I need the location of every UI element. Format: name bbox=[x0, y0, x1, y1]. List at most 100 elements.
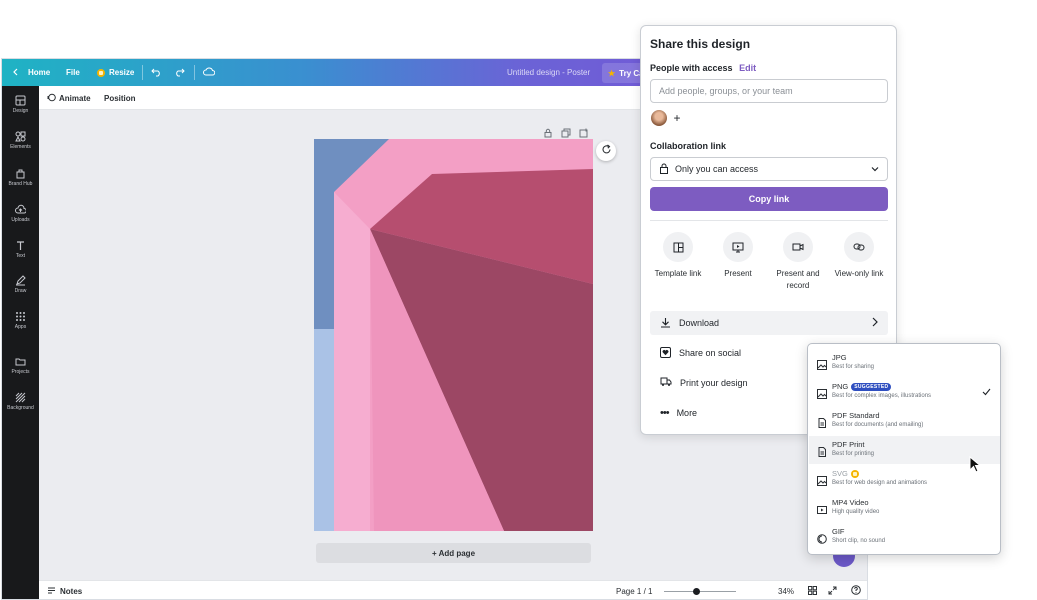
format-jpg[interactable]: JPG Best for sharing bbox=[809, 349, 1000, 377]
row-label: More bbox=[676, 408, 698, 418]
view-only-link-option[interactable]: View-only link bbox=[829, 232, 889, 280]
chevron-right-icon bbox=[872, 317, 878, 329]
duplicate-icon[interactable] bbox=[561, 125, 571, 138]
suggested-badge: SUGGESTED bbox=[851, 382, 892, 391]
avatar[interactable] bbox=[651, 110, 667, 126]
zoom-level[interactable]: 34% bbox=[778, 581, 794, 599]
format-name-wrap: PNG SUGGESTED bbox=[832, 382, 892, 391]
position-label: Position bbox=[104, 93, 136, 103]
home-button[interactable]: Home bbox=[12, 59, 50, 86]
page-indicator[interactable]: Page 1 / 1 bbox=[616, 581, 652, 599]
file-menu[interactable]: File bbox=[66, 59, 80, 86]
sidebar-item-projects[interactable]: Projects bbox=[2, 356, 39, 386]
heart-icon bbox=[660, 346, 671, 360]
format-mp4[interactable]: MP4 Video High quality video bbox=[809, 494, 1000, 522]
undo-button[interactable] bbox=[151, 59, 162, 86]
divider bbox=[650, 220, 888, 221]
option-label: Present bbox=[724, 269, 752, 278]
zoom-slider-knob[interactable] bbox=[693, 588, 700, 595]
sidebar-item-background[interactable]: Background bbox=[2, 392, 39, 422]
resize-button[interactable]: Resize bbox=[97, 59, 134, 86]
add-people-input[interactable]: Add people, groups, or your team bbox=[650, 79, 888, 103]
add-page-icon[interactable] bbox=[579, 125, 589, 138]
star-icon: ★ bbox=[608, 68, 616, 78]
cloud-upload-icon bbox=[15, 204, 26, 214]
document-icon bbox=[817, 447, 827, 457]
access-value: Only you can access bbox=[675, 164, 759, 174]
template-link-option[interactable]: Template link bbox=[648, 232, 708, 280]
bottom-bar: Notes Page 1 / 1 34% bbox=[39, 580, 867, 599]
format-desc: Best for sharing bbox=[832, 364, 875, 370]
redo-button[interactable] bbox=[174, 59, 185, 86]
position-button[interactable]: Position bbox=[104, 86, 136, 110]
zoom-slider[interactable] bbox=[664, 588, 736, 595]
format-desc: High quality video bbox=[832, 509, 880, 515]
sidebar-item-label: Elements bbox=[10, 144, 31, 150]
format-name: PDF Standard bbox=[832, 411, 880, 420]
image-icon bbox=[817, 360, 827, 370]
format-name: PDF Print bbox=[832, 440, 865, 449]
format-desc: Best for documents (and emailing) bbox=[832, 422, 924, 428]
page-tools bbox=[543, 125, 589, 138]
layout-icon bbox=[15, 95, 26, 106]
share-title: Share this design bbox=[650, 37, 751, 51]
mouse-cursor-icon bbox=[969, 455, 983, 479]
format-gif[interactable]: GIF Short clip, no sound bbox=[809, 523, 1000, 551]
people-label: People with access bbox=[650, 63, 733, 73]
format-png[interactable]: PNG SUGGESTED Best for complex images, i… bbox=[809, 378, 1000, 406]
format-desc: Best for printing bbox=[832, 451, 875, 457]
copy-link-button[interactable]: Copy link bbox=[650, 187, 888, 211]
poster-image bbox=[314, 139, 593, 531]
format-name: GIF bbox=[832, 527, 845, 536]
fullscreen-button[interactable] bbox=[828, 581, 837, 599]
animate-button[interactable]: Animate bbox=[47, 86, 91, 110]
sidebar-item-apps[interactable]: Apps bbox=[2, 311, 39, 341]
sidebar-item-draw[interactable]: Draw bbox=[2, 275, 39, 305]
redo-icon bbox=[174, 67, 185, 79]
gif-icon bbox=[817, 534, 827, 544]
format-desc: Best for complex images, illustrations bbox=[832, 393, 932, 399]
shapes-icon bbox=[15, 131, 26, 142]
edit-link[interactable]: Edit bbox=[739, 63, 756, 73]
option-label: Present and record bbox=[776, 269, 820, 290]
sidebar-item-text[interactable]: Text bbox=[2, 240, 39, 270]
sidebar-item-design[interactable]: Design bbox=[2, 95, 39, 125]
home-label: Home bbox=[28, 68, 51, 77]
format-name: MP4 Video bbox=[832, 498, 869, 507]
format-pdf-standard[interactable]: PDF Standard Best for documents (and ema… bbox=[809, 407, 1000, 435]
notes-button[interactable]: Notes bbox=[47, 581, 82, 599]
poster-canvas[interactable] bbox=[314, 139, 593, 531]
more-icon: ••• bbox=[660, 407, 670, 419]
option-label: View-only link bbox=[834, 269, 884, 278]
sidebar-item-uploads[interactable]: Uploads bbox=[2, 204, 39, 234]
collab-label: Collaboration link bbox=[650, 141, 727, 151]
present-record-option[interactable]: Present and record bbox=[768, 232, 828, 292]
access-select[interactable]: Only you can access bbox=[650, 157, 888, 181]
sidebar-item-brand-hub[interactable]: Brand Hub bbox=[2, 168, 39, 198]
sidebar-item-label: Background bbox=[7, 405, 34, 411]
sidebar-item-elements[interactable]: Elements bbox=[2, 131, 39, 161]
refresh-icon bbox=[601, 142, 612, 160]
pattern-icon bbox=[15, 392, 26, 403]
add-person-icon[interactable]: + bbox=[669, 110, 685, 126]
download-row[interactable]: Download bbox=[650, 311, 888, 335]
row-label: Print your design bbox=[680, 378, 748, 388]
folder-icon bbox=[15, 358, 26, 366]
refresh-button[interactable] bbox=[596, 141, 616, 161]
image-icon bbox=[817, 389, 827, 399]
present-option[interactable]: Present bbox=[708, 232, 768, 280]
sidebar: Design Elements Brand Hub Uploads Text D… bbox=[2, 86, 39, 599]
add-page-button[interactable]: + Add page bbox=[316, 543, 591, 563]
help-button[interactable] bbox=[851, 581, 861, 599]
row-label: Share on social bbox=[679, 348, 742, 358]
undo-icon bbox=[151, 67, 162, 79]
chevron-down-icon bbox=[871, 164, 879, 174]
format-name: SVG bbox=[832, 469, 848, 478]
cloud-save-button[interactable] bbox=[203, 59, 216, 86]
crown-icon bbox=[97, 68, 105, 77]
row-label: Download bbox=[679, 318, 720, 328]
grid-view-button[interactable] bbox=[808, 581, 817, 599]
design-title[interactable]: Untitled design - Poster bbox=[507, 59, 590, 86]
sidebar-item-label: Text bbox=[15, 253, 26, 259]
lock-icon[interactable] bbox=[543, 125, 553, 138]
